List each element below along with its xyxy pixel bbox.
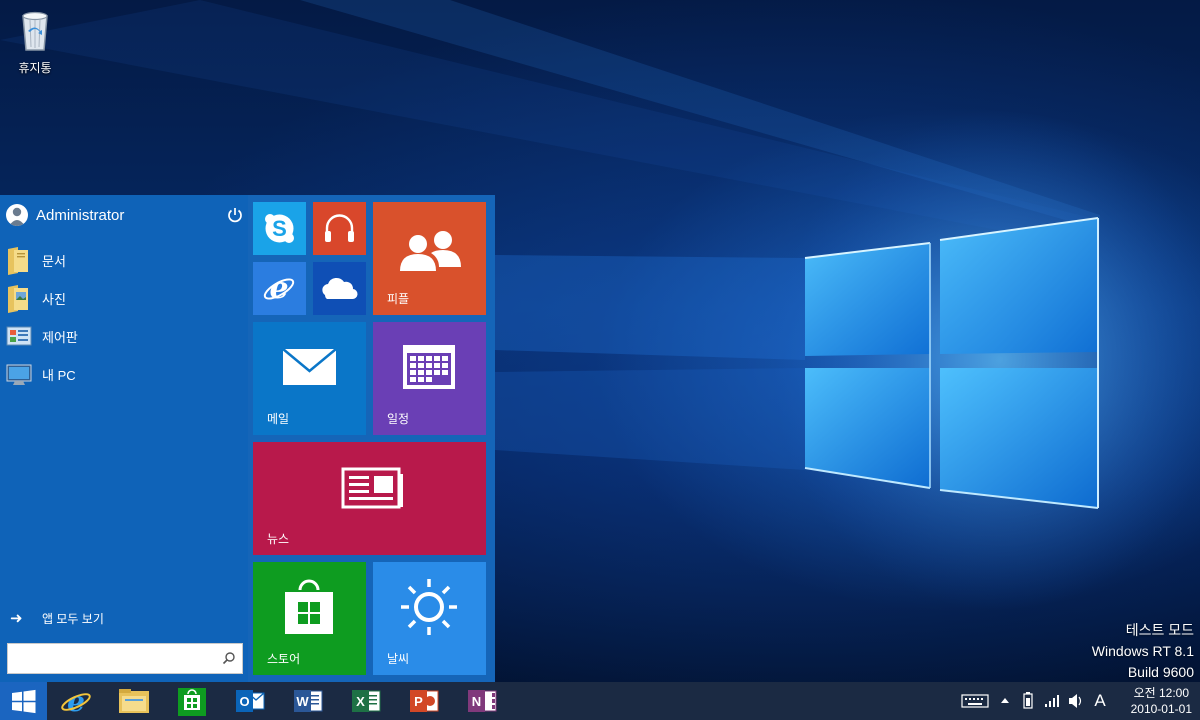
place-pictures[interactable]: 사진 (6, 279, 242, 317)
all-apps-label: 앱 모두 보기 (42, 611, 104, 626)
tile-mail-label: 메일 (267, 412, 290, 426)
outlook-icon: O (236, 690, 265, 712)
taskbar-clock[interactable]: 오전 12:00 2010-01-01 (1131, 685, 1192, 717)
battery-tray-button[interactable] (1018, 682, 1038, 720)
svg-text:e: e (269, 271, 288, 306)
tile-weather[interactable]: 날씨 (373, 562, 486, 675)
tile-skype[interactable]: S (253, 202, 306, 255)
svg-text:e: e (67, 685, 85, 717)
recycle-bin-label: 휴지통 (18, 61, 52, 75)
taskbar-outlook[interactable]: O (232, 685, 268, 717)
word-icon: W (294, 690, 323, 712)
svg-text:O: O (239, 694, 249, 709)
svg-text:N: N (472, 694, 481, 709)
taskbar: e O W X P N A 오전 12:00 2010-01-01 (0, 682, 1200, 720)
svg-text:P: P (414, 694, 423, 709)
test-mode-watermark: 테스트 모드 Windows RT 8.1 Build 9600 (1092, 620, 1194, 682)
internet-explorer-icon: e (263, 271, 295, 306)
store-icon (178, 688, 206, 716)
skype-icon: S (265, 214, 294, 243)
watermark-line-2: Windows RT 8.1 (1091, 643, 1194, 659)
place-this-pc[interactable]: 내 PC (6, 355, 242, 393)
taskbar-store[interactable] (174, 685, 210, 717)
clock-date: 2010-01-01 (1130, 702, 1192, 716)
tile-weather-label: 날씨 (387, 652, 410, 666)
place-pictures-label: 사진 (42, 291, 66, 307)
start-icon (12, 689, 36, 714)
documents-folder-icon (8, 247, 28, 275)
power-icon[interactable] (226, 206, 244, 224)
taskbar-word[interactable]: W (290, 685, 326, 717)
volume-tray-button[interactable] (1066, 682, 1086, 720)
search-input[interactable] (8, 644, 208, 673)
tile-store-label: 스토어 (267, 652, 301, 666)
tile-store[interactable]: 스토어 (253, 562, 366, 675)
start-menu: Administrator 문서 사진 제어판 내 PC ➜ 앱 모두 보기 S… (0, 195, 495, 682)
tile-mail[interactable]: 메일 (253, 322, 366, 435)
input-method-indicator[interactable]: A (1090, 682, 1110, 720)
start-menu-left-pane: Administrator 문서 사진 제어판 내 PC ➜ 앱 모두 보기 (0, 195, 248, 682)
onenote-icon: N (468, 690, 497, 712)
taskbar-file-explorer[interactable] (116, 685, 152, 717)
places-list: 문서 사진 제어판 내 PC (6, 241, 242, 393)
svg-text:W: W (296, 694, 309, 709)
powerpoint-icon: P (410, 690, 439, 712)
place-control-panel[interactable]: 제어판 (6, 317, 242, 355)
speaker-icon (1069, 694, 1082, 708)
place-this-pc-label: 내 PC (42, 367, 76, 383)
start-button[interactable] (0, 682, 47, 720)
taskbar-excel[interactable]: X (348, 685, 384, 717)
place-documents[interactable]: 문서 (6, 241, 242, 279)
svg-text:X: X (356, 694, 365, 709)
touch-keyboard-button[interactable] (960, 682, 992, 720)
internet-explorer-icon: e (61, 685, 91, 718)
onedrive-cloud-icon (322, 277, 358, 300)
all-apps-link[interactable]: ➜ 앱 모두 보기 (10, 609, 104, 627)
show-hidden-icons-button[interactable] (998, 682, 1012, 720)
tile-onedrive[interactable] (313, 262, 366, 315)
chevron-up-icon (1001, 698, 1009, 703)
watermark-line-1: 테스트 모드 (1125, 622, 1194, 638)
tile-news[interactable]: 뉴스 (253, 442, 486, 555)
start-search-box[interactable] (7, 643, 243, 674)
tile-music[interactable] (313, 202, 366, 255)
tile-people[interactable]: 피플 (373, 202, 486, 315)
network-tray-button[interactable] (1042, 682, 1062, 720)
taskbar-powerpoint[interactable]: P (406, 685, 442, 717)
tile-internet-explorer[interactable]: e (253, 262, 306, 315)
this-pc-icon (6, 364, 32, 385)
headphones-icon (325, 214, 354, 242)
control-panel-icon (6, 326, 32, 346)
tile-calendar[interactable]: 일정 (373, 322, 486, 435)
taskbar-onenote[interactable]: N (464, 685, 500, 717)
tile-news-label: 뉴스 (267, 532, 290, 546)
tile-calendar-label: 일정 (387, 412, 410, 426)
watermark-line-3: Build 9600 (1127, 664, 1194, 680)
place-documents-label: 문서 (42, 253, 66, 269)
clock-time: 오전 12:00 (1133, 686, 1190, 700)
search-icon[interactable] (222, 651, 236, 665)
user-avatar-icon (6, 204, 28, 226)
tile-people-label: 피플 (387, 292, 410, 306)
network-signal-icon (1045, 695, 1059, 707)
arrow-right-icon: ➜ (10, 610, 23, 627)
excel-icon: X (352, 690, 381, 712)
user-account-row[interactable]: Administrator (6, 203, 244, 227)
svg-text:S: S (272, 216, 287, 241)
taskbar-internet-explorer[interactable]: e (58, 685, 94, 718)
keyboard-icon (961, 694, 989, 708)
recycle-bin-icon (22, 11, 48, 51)
battery-icon (1023, 692, 1033, 709)
user-name: Administrator (36, 206, 125, 224)
file-explorer-icon (119, 689, 149, 713)
pictures-folder-icon (8, 285, 28, 313)
recycle-bin[interactable]: 휴지통 (8, 6, 62, 76)
place-control-panel-label: 제어판 (42, 329, 78, 345)
